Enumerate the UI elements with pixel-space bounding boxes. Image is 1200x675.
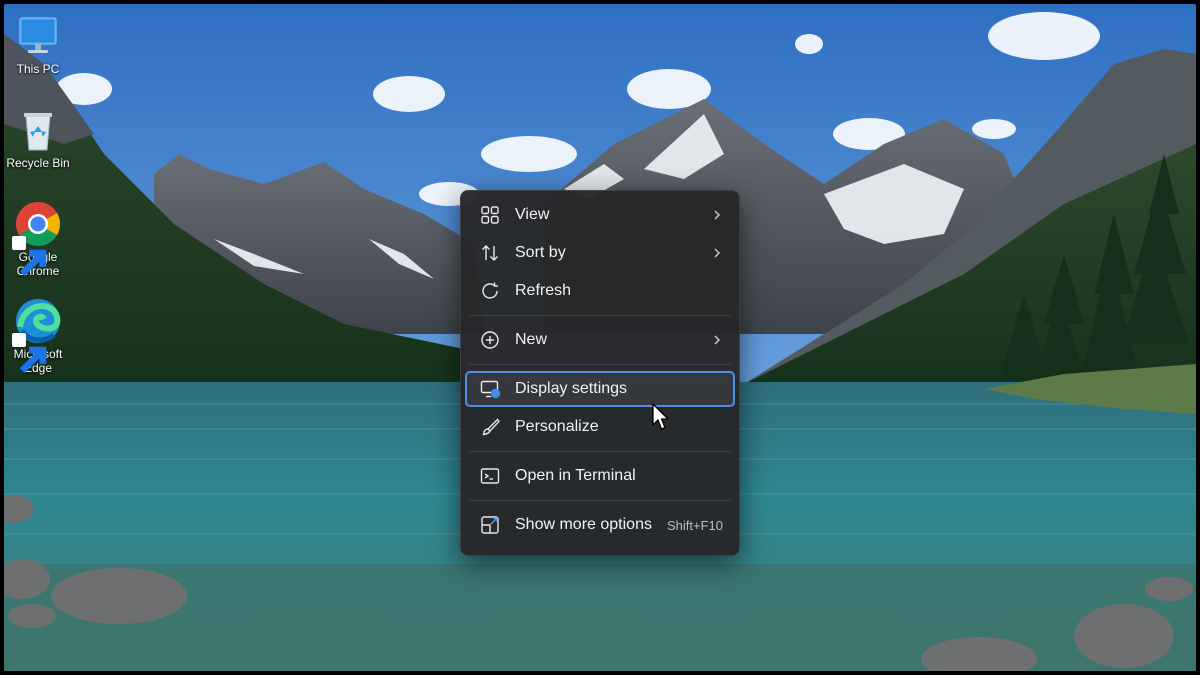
menu-item-label: Display settings bbox=[515, 380, 628, 397]
chevron-right-icon bbox=[711, 209, 723, 221]
menu-item-new[interactable]: New bbox=[465, 322, 735, 358]
brush-icon bbox=[479, 416, 501, 438]
desktop-icon-label: This PC bbox=[16, 62, 60, 76]
menu-item-view[interactable]: View bbox=[465, 197, 735, 233]
chevron-right-icon bbox=[711, 247, 723, 259]
menu-item-sort-by[interactable]: Sort by bbox=[465, 235, 735, 271]
menu-item-label: Sort by bbox=[515, 244, 566, 261]
more-options-icon bbox=[479, 514, 501, 536]
monitor-icon bbox=[19, 17, 57, 53]
menu-separator bbox=[469, 451, 731, 452]
recycle-bin-icon bbox=[24, 113, 52, 151]
menu-item-refresh[interactable]: Refresh bbox=[465, 273, 735, 309]
menu-item-label: Open in Terminal bbox=[515, 467, 636, 484]
mouse-pointer-icon bbox=[652, 403, 669, 430]
desktop[interactable]: This PC Recycle Bin Google Chrome Micros… bbox=[4, 4, 1196, 671]
grid-view-icon bbox=[479, 204, 501, 226]
chevron-right-icon bbox=[711, 334, 723, 346]
shortcut-arrow-icon bbox=[12, 236, 47, 277]
plus-circle-icon bbox=[479, 329, 501, 351]
menu-item-label: Show more options bbox=[515, 516, 652, 533]
menu-item-display-settings[interactable]: Display settings bbox=[465, 371, 735, 407]
desktop-icon-google-chrome[interactable]: Google Chrome bbox=[4, 200, 73, 278]
desktop-icon-microsoft-edge[interactable]: Microsoft Edge bbox=[4, 297, 73, 375]
menu-item-open-in-terminal[interactable]: Open in Terminal bbox=[465, 458, 735, 494]
menu-item-label: View bbox=[515, 206, 550, 223]
menu-item-label: Refresh bbox=[515, 282, 572, 299]
menu-item-label: New bbox=[515, 331, 548, 348]
desktop-context-menu: View Sort by Refresh New Display setting… bbox=[460, 190, 740, 556]
menu-separator bbox=[469, 500, 731, 501]
refresh-icon bbox=[479, 280, 501, 302]
terminal-icon bbox=[479, 465, 501, 487]
menu-item-personalize[interactable]: Personalize bbox=[465, 409, 735, 445]
shortcut-arrow-icon bbox=[12, 333, 47, 374]
desktop-icon-recycle-bin[interactable]: Recycle Bin bbox=[4, 106, 73, 170]
display-settings-icon bbox=[479, 378, 501, 400]
keyboard-shortcut: Shift+F10 bbox=[666, 517, 723, 533]
desktop-icon-this-pc[interactable]: This PC bbox=[4, 12, 73, 76]
menu-item-show-more-options[interactable]: Show more options Shift+F10 bbox=[465, 507, 735, 543]
menu-separator bbox=[469, 364, 731, 365]
menu-item-label: Personalize bbox=[515, 418, 599, 435]
desktop-icon-label: Recycle Bin bbox=[6, 156, 70, 170]
sort-icon bbox=[479, 242, 501, 264]
menu-separator bbox=[469, 315, 731, 316]
